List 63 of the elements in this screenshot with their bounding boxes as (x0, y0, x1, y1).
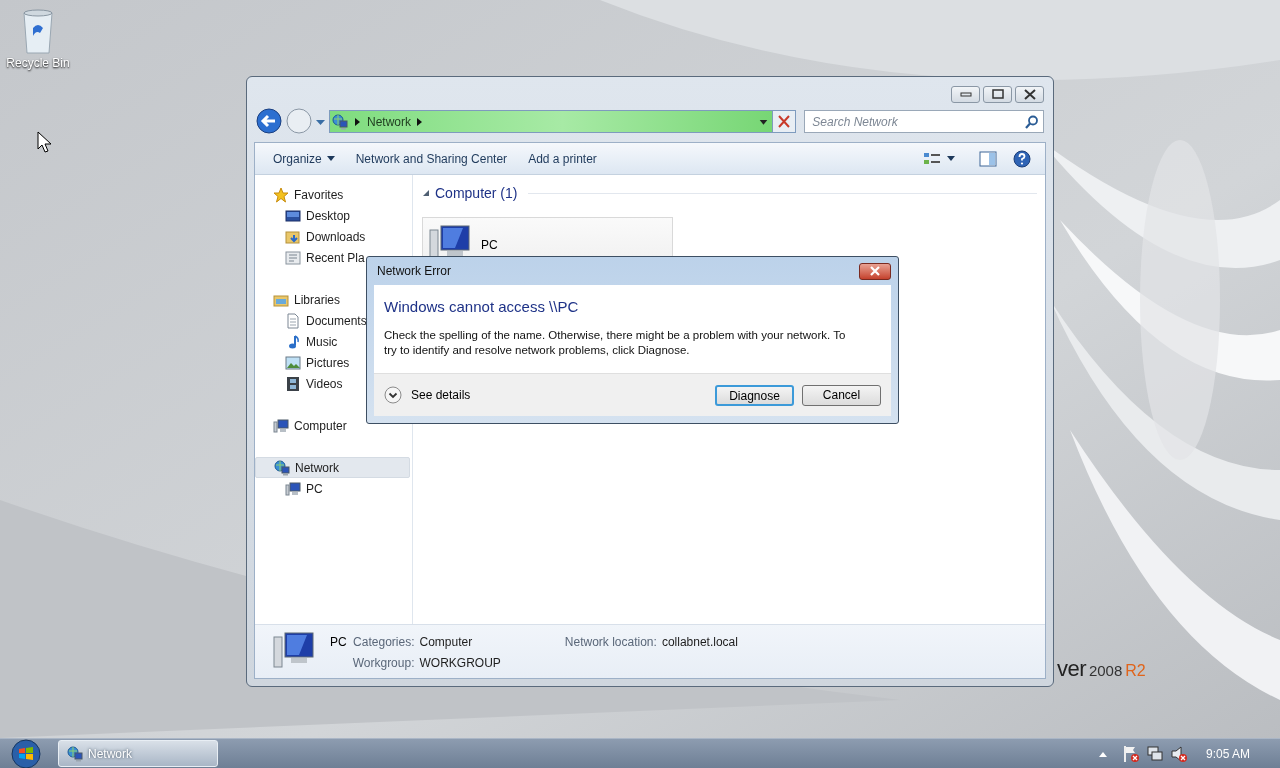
search-field[interactable]: Search Network (812, 111, 1025, 132)
help-icon[interactable] (1013, 149, 1031, 168)
field-value: WORKGROUP (419, 655, 501, 672)
nav-item[interactable]: Computer (255, 415, 410, 436)
group-header[interactable]: Computer (1) (435, 182, 518, 204)
field-label: Network location: (564, 634, 657, 651)
nav-item[interactable]: Favorites (255, 184, 410, 205)
chevron-down-icon (384, 386, 402, 404)
caret-icon (326, 156, 335, 161)
view-icon (923, 151, 941, 166)
desktop-icon (285, 207, 301, 224)
speaker-muted-icon[interactable] (1169, 744, 1188, 763)
close-button[interactable] (1015, 86, 1044, 103)
star-icon (273, 186, 289, 203)
close-button[interactable] (859, 262, 891, 280)
minimize-button[interactable] (951, 86, 980, 103)
nav-item[interactable]: PC (255, 478, 412, 499)
field-value: collabnet.local (661, 634, 738, 651)
computer-icon (271, 631, 315, 671)
search-icon[interactable] (1025, 114, 1039, 129)
field-value: Computer (419, 634, 474, 651)
nav-item[interactable]: Downloads (255, 226, 412, 247)
mouse-pointer-icon (37, 131, 51, 153)
maximize-icon[interactable] (991, 89, 1004, 100)
document-icon (285, 312, 301, 329)
dialog-heading: Windows cannot access \\PC (384, 297, 580, 317)
dialog-button[interactable]: Cancel (802, 384, 881, 406)
computer-icon (273, 417, 289, 434)
network-icon (67, 745, 83, 762)
field-label: Workgroup: (352, 655, 415, 672)
nav-item[interactable]: Desktop (255, 205, 412, 226)
minimize-icon[interactable] (959, 89, 972, 100)
back-button[interactable] (256, 108, 282, 134)
toolbar-button[interactable]: Add a printer (520, 145, 605, 172)
field-label: Categories: (352, 634, 415, 651)
recent-places-icon (285, 249, 301, 266)
maximize-button[interactable] (983, 86, 1012, 103)
close-icon[interactable] (1023, 89, 1036, 100)
network-icon (332, 113, 348, 130)
dialog-button[interactable]: Diagnose (715, 384, 794, 406)
search-box[interactable]: Search Network (804, 110, 1044, 133)
dialog-message: Check the spelling of the name. Otherwise, there might be a problem with your network. To try to identify and resolve network problems, click Diagnose. (384, 328, 847, 358)
action-center-icon[interactable] (1121, 744, 1140, 763)
logo-text: 2008 (1088, 661, 1123, 681)
network-status-icon[interactable] (1145, 744, 1164, 763)
breadcrumb[interactable]: Network (364, 112, 414, 131)
collapse-triangle-icon[interactable] (422, 189, 430, 197)
logo-text: R2 (1125, 661, 1146, 681)
logo-text: ver (1057, 655, 1086, 683)
toolbar-button[interactable]: Organize (265, 145, 343, 172)
nav-item[interactable]: Network (255, 457, 410, 478)
caret-icon (947, 156, 955, 161)
item-name: PC (330, 634, 347, 651)
recycle-bin-icon[interactable] (21, 8, 55, 54)
network-icon (274, 459, 290, 476)
toolbar-button[interactable]: Network and Sharing Center (347, 145, 516, 172)
see-details-toggle[interactable]: See details (384, 386, 471, 404)
download-folder-icon (285, 228, 301, 245)
film-icon (285, 375, 301, 392)
address-bar[interactable]: Network (329, 110, 797, 133)
computer-icon (285, 480, 301, 497)
picture-icon (285, 354, 301, 371)
stop-icon[interactable] (773, 111, 796, 132)
